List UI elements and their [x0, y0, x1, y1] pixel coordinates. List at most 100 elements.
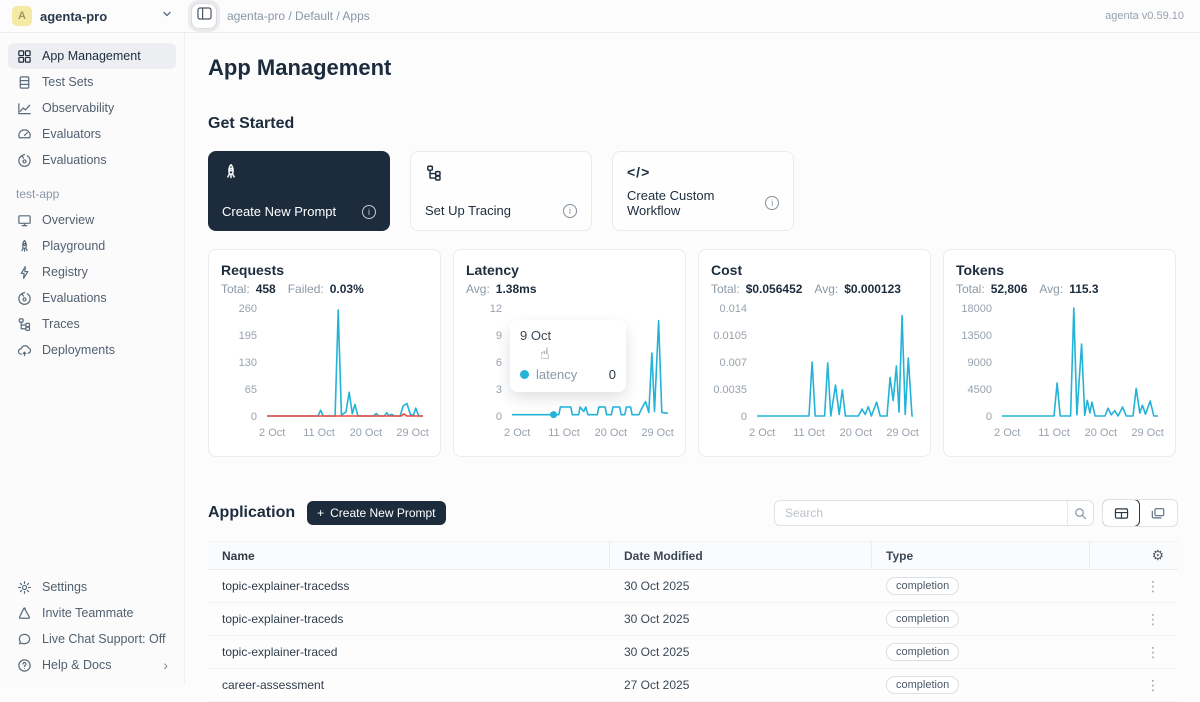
table-row[interactable]: topic-explainer-tracedss 30 Oct 2025 com…	[208, 570, 1178, 603]
sidebar-item-label: Registry	[42, 265, 88, 279]
metrics-charts: Requests Total:458Failed:0.03% 260195130…	[208, 249, 1178, 457]
chart-stats: Avg:1.38ms	[466, 282, 673, 296]
row-menu-kebab-icon[interactable]: ⋮	[1142, 678, 1164, 692]
sidebar-item-label: Deployments	[42, 343, 115, 357]
app-date: 30 Oct 2025	[610, 579, 872, 593]
row-menu-kebab-icon[interactable]: ⋮	[1142, 579, 1164, 593]
search-icon[interactable]	[1067, 501, 1093, 525]
type-badge: completion	[886, 610, 959, 628]
chart-stats: Total:52,806Avg:115.3	[956, 282, 1163, 296]
page-title: App Management	[208, 55, 1178, 81]
table-row[interactable]: topic-explainer-traced 30 Oct 2025 compl…	[208, 636, 1178, 669]
speedometer-icon	[16, 290, 32, 306]
svg-text:2 Oct: 2 Oct	[994, 427, 1020, 439]
applications-table: Name Date Modified Type ⚙ topic-explaine…	[208, 541, 1178, 702]
svg-text:9: 9	[496, 330, 502, 342]
sidebar-item-test-sets[interactable]: Test Sets	[8, 69, 176, 95]
svg-text:2 Oct: 2 Oct	[259, 427, 285, 439]
svg-text:0.0035: 0.0035	[713, 384, 747, 396]
create-new-prompt-button[interactable]: + Create New Prompt	[307, 501, 445, 525]
breadcrumb[interactable]: agenta-pro / Default / Apps	[227, 9, 370, 23]
create-new-prompt-card[interactable]: Create New Prompt i	[208, 151, 390, 231]
svg-text:29 Oct: 29 Oct	[641, 427, 673, 439]
sidebar-panel-icon	[197, 7, 212, 25]
type-badge: completion	[886, 577, 959, 595]
svg-text:0.014: 0.014	[719, 303, 747, 315]
sidebar-item-overview[interactable]: Overview	[8, 207, 176, 233]
svg-text:3: 3	[496, 384, 502, 396]
info-icon[interactable]: i	[362, 205, 376, 219]
sidebar-item-settings[interactable]: Settings	[8, 574, 176, 600]
table-view-button[interactable]	[1102, 499, 1140, 527]
set-up-tracing-card[interactable]: Set Up Tracing i	[410, 151, 592, 231]
svg-text:0: 0	[251, 411, 257, 423]
row-menu-kebab-icon[interactable]: ⋮	[1142, 645, 1164, 659]
requests-line-chart[interactable]: 2601951306502 Oct11 Oct20 Oct29 Oct	[221, 298, 430, 446]
create-custom-workflow-card[interactable]: </> Create Custom Workflow i	[612, 151, 794, 231]
create-button-label: Create New Prompt	[330, 506, 435, 520]
cost-chart-card: Cost Total:$0.056452Avg:$0.000123 0.0140…	[698, 249, 931, 457]
main-content: App Management Get Started Create New Pr…	[185, 33, 1200, 702]
svg-text:195: 195	[239, 330, 257, 342]
app-name: topic-explainer-traced	[208, 645, 610, 659]
cost-line-chart[interactable]: 0.0140.01050.0070.003502 Oct11 Oct20 Oct…	[711, 298, 920, 446]
tokens-chart-card: Tokens Total:52,806Avg:115.3 18000135009…	[943, 249, 1176, 457]
card-view-button[interactable]	[1139, 500, 1177, 526]
sidebar-item-label: Settings	[42, 580, 87, 594]
sidebar-item-live-chat[interactable]: Live Chat Support: Off	[8, 626, 176, 652]
sidebar-collapse-button[interactable]	[191, 3, 217, 29]
get-started-cards: Create New Prompt i Set Up Tracing i </>…	[208, 151, 1178, 231]
tokens-line-chart[interactable]: 18000135009000450002 Oct11 Oct20 Oct29 O…	[956, 298, 1165, 446]
sidebar-item-evaluations-app[interactable]: Evaluations	[8, 285, 176, 311]
svg-text:29 Oct: 29 Oct	[886, 427, 918, 439]
svg-text:6: 6	[496, 357, 502, 369]
chevron-right-icon: ›	[163, 658, 168, 672]
svg-text:11 Oct: 11 Oct	[303, 427, 335, 439]
chart-title: Cost	[711, 262, 918, 278]
grid-icon	[16, 48, 32, 64]
sidebar-item-label: Evaluations	[42, 153, 107, 167]
sidebar-item-label: Traces	[42, 317, 80, 331]
sidebar-item-label: Test Sets	[42, 75, 93, 89]
sidebar-item-label: Overview	[42, 213, 94, 227]
svg-text:18000: 18000	[961, 303, 992, 315]
info-icon[interactable]: i	[765, 196, 779, 210]
table-row[interactable]: topic-explainer-traceds 30 Oct 2025 comp…	[208, 603, 1178, 636]
app-date: 30 Oct 2025	[610, 612, 872, 626]
table-settings-gear-icon[interactable]: ⚙	[1151, 548, 1164, 564]
sidebar-item-deployments[interactable]: Deployments	[8, 337, 176, 363]
svg-text:20 Oct: 20 Oct	[350, 427, 382, 439]
sidebar-item-help-docs[interactable]: Help & Docs ›	[8, 652, 176, 678]
trend-chart-icon	[16, 100, 32, 116]
search-input[interactable]	[775, 506, 1067, 520]
type-badge: completion	[886, 643, 959, 661]
chart-tooltip: 9 Oct latency 0	[510, 320, 626, 392]
tooltip-series: latency	[536, 367, 602, 382]
app-name: career-assessment	[208, 678, 610, 692]
sidebar-item-registry[interactable]: Registry	[8, 259, 176, 285]
sidebar-bottom-group: Settings Invite Teammate Live Chat Suppo…	[0, 574, 184, 684]
monitor-icon	[16, 212, 32, 228]
sidebar-item-observability[interactable]: Observability	[8, 95, 176, 121]
sidebar-item-invite-teammate[interactable]: Invite Teammate	[8, 600, 176, 626]
table-header: Name Date Modified Type ⚙	[208, 541, 1178, 570]
tree-structure-icon	[16, 316, 32, 332]
sidebar-item-traces[interactable]: Traces	[8, 311, 176, 337]
table-icon	[16, 74, 32, 90]
sidebar-item-playground[interactable]: Playground	[8, 233, 176, 259]
row-menu-kebab-icon[interactable]: ⋮	[1142, 612, 1164, 626]
svg-text:29 Oct: 29 Oct	[1131, 427, 1163, 439]
table-row[interactable]: career-assessment 27 Oct 2025 completion…	[208, 669, 1178, 702]
chart-title: Tokens	[956, 262, 1163, 278]
sidebar-item-app-management[interactable]: App Management	[8, 43, 176, 69]
sidebar-item-evaluators[interactable]: Evaluators	[8, 121, 176, 147]
svg-text:11 Oct: 11 Oct	[793, 427, 825, 439]
sidebar-item-evaluations[interactable]: Evaluations	[8, 147, 176, 173]
svg-text:20 Oct: 20 Oct	[595, 427, 627, 439]
invite-teammate-icon	[16, 605, 32, 621]
svg-text:29 Oct: 29 Oct	[396, 427, 428, 439]
info-icon[interactable]: i	[563, 204, 577, 218]
workspace-selector[interactable]: A agenta-pro	[0, 6, 185, 26]
column-header-date-modified: Date Modified	[610, 542, 872, 569]
svg-text:0.0105: 0.0105	[713, 330, 747, 342]
